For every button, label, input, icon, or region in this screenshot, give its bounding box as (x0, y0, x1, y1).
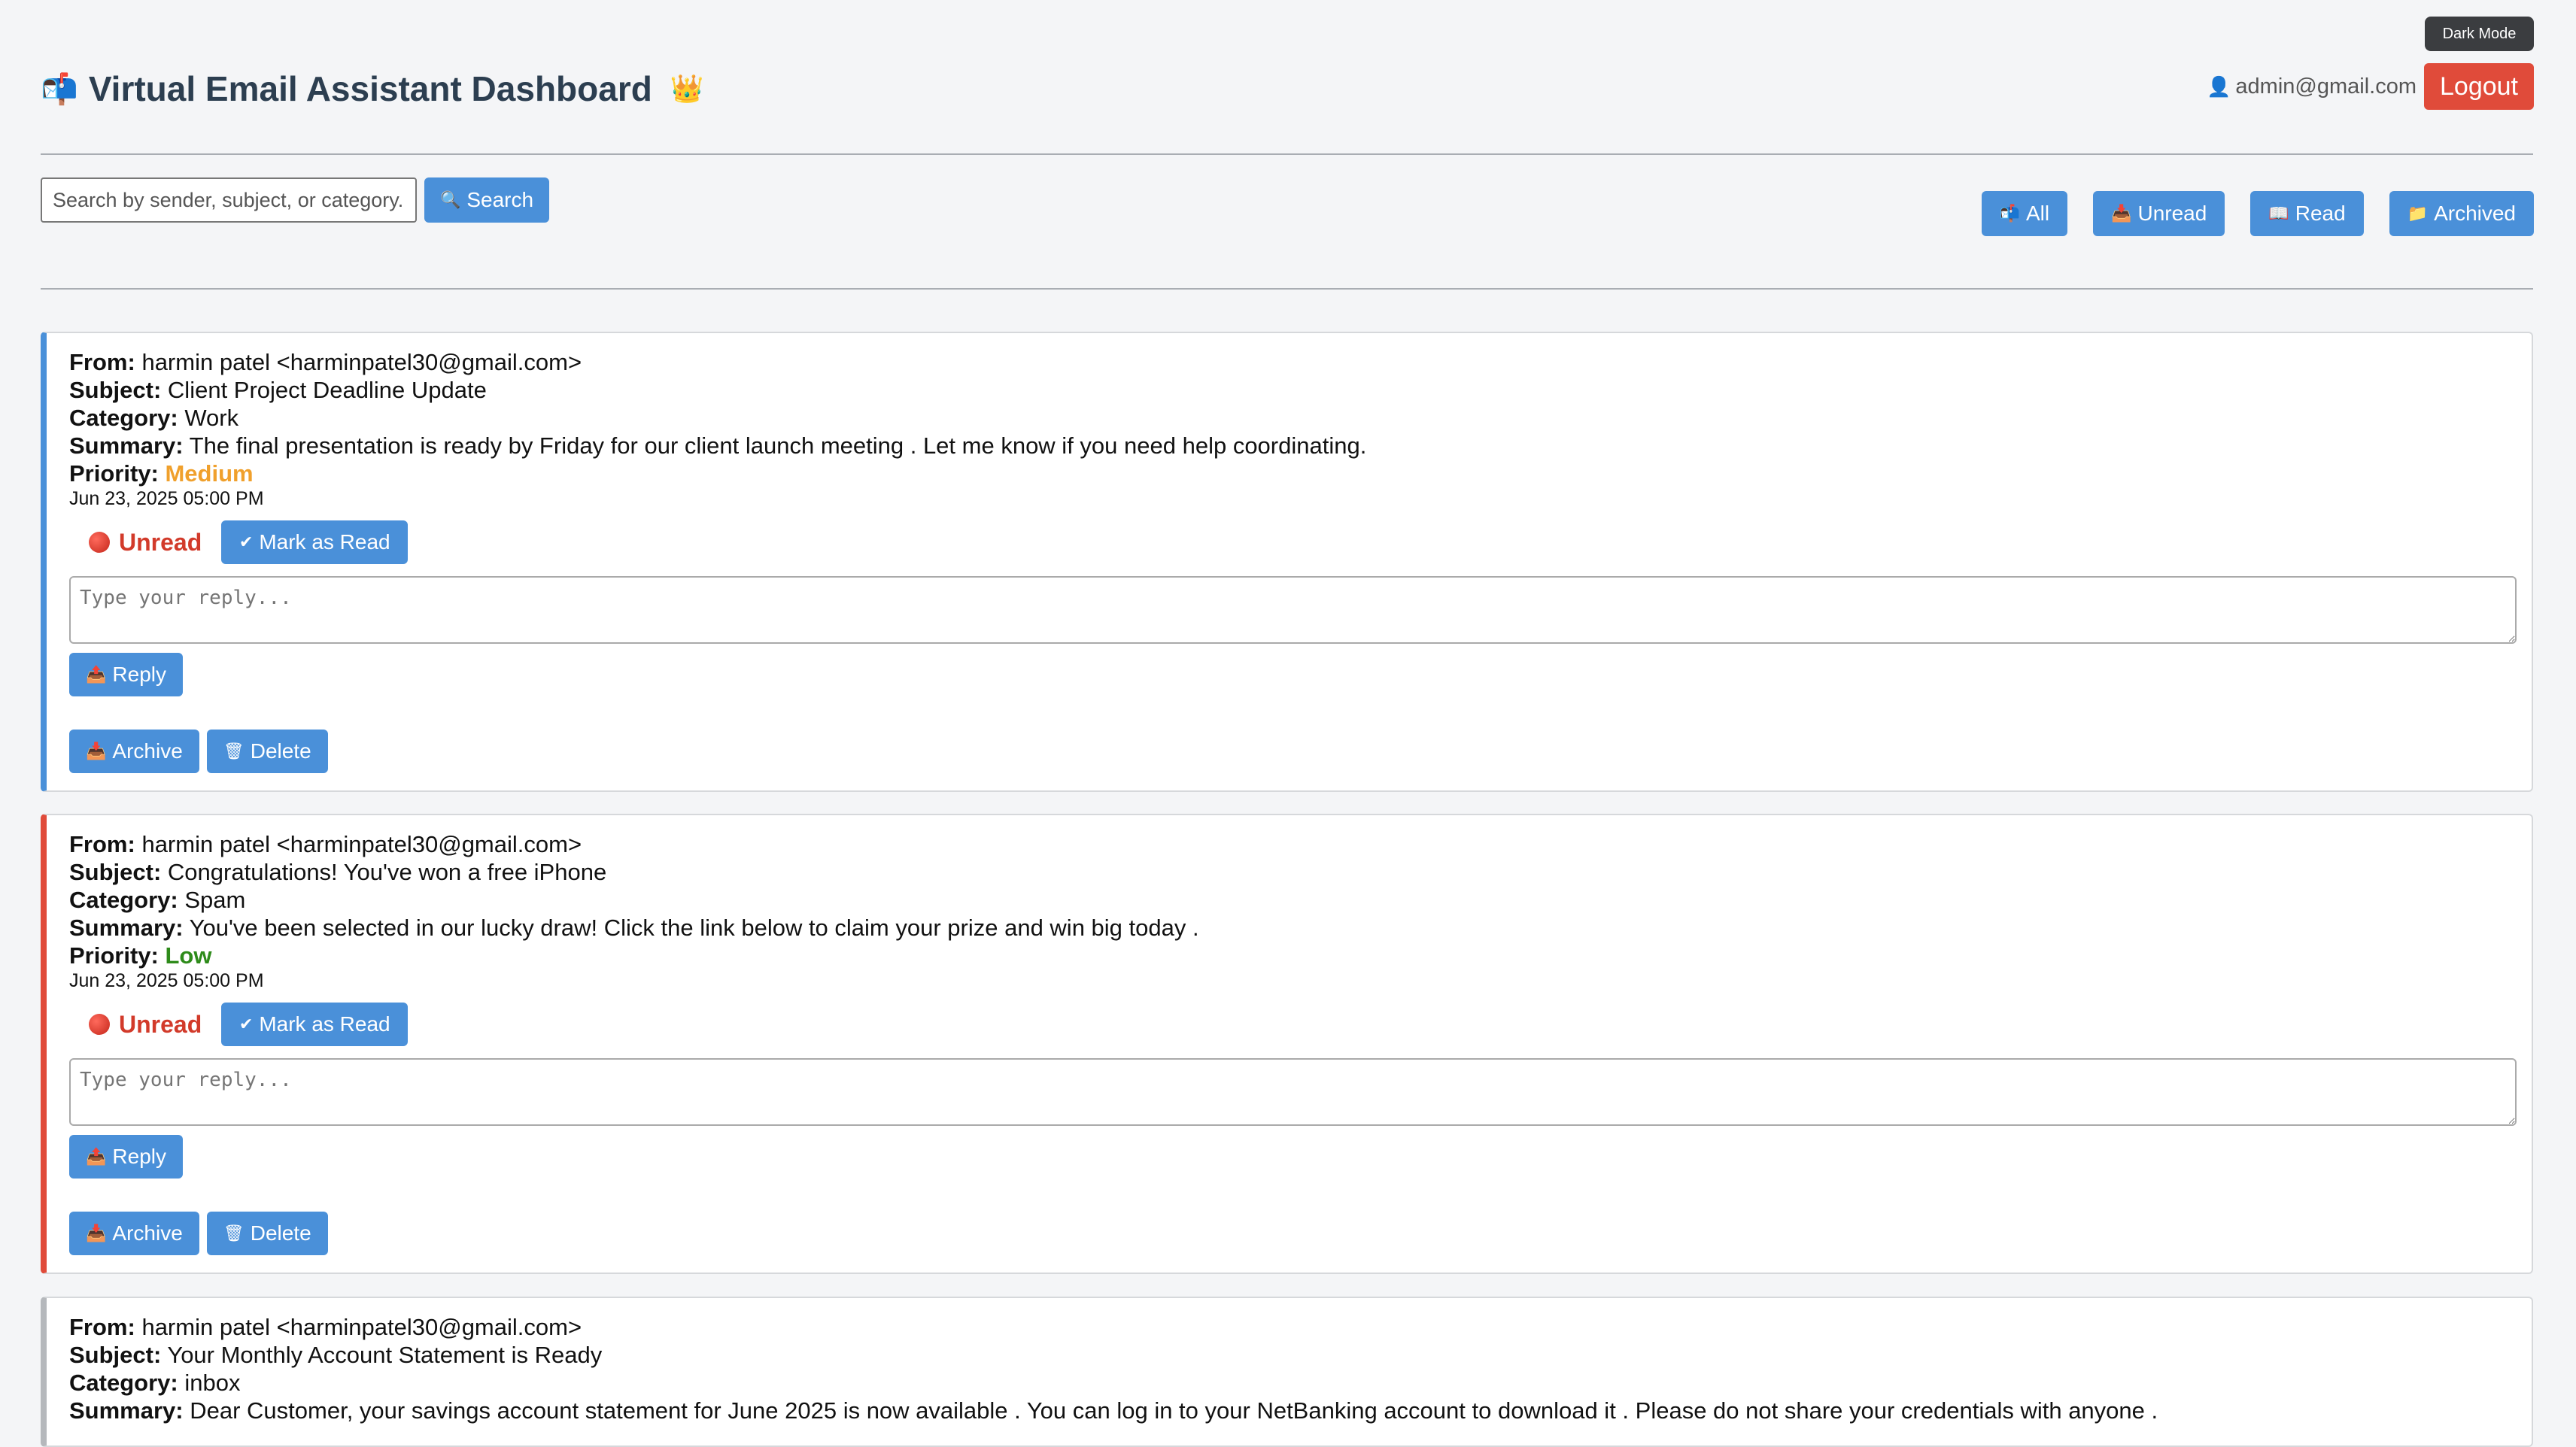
mark-as-read-button[interactable]: ✔ Mark as Read (221, 1003, 409, 1046)
inbox-tray-icon: 📥 (86, 1224, 107, 1242)
checkmark-icon: ✔ (238, 1015, 254, 1033)
filter-read-button[interactable]: 📖 Read (2250, 191, 2364, 236)
archive-button[interactable]: 📥 Archive (69, 1212, 199, 1255)
inbox-tray-icon: 📥 (86, 742, 107, 760)
logout-button[interactable]: Logout (2424, 63, 2534, 110)
email-card: From: harmin patel <harminpatel30@gmail.… (41, 814, 2533, 1274)
email-priority: Priority: Medium (69, 460, 254, 487)
page-title: 📬 Virtual Email Assistant Dashboard 👑 (41, 68, 704, 109)
email-category: Category: Spam (69, 887, 246, 913)
user-email: 👤 admin@gmail.com (2207, 74, 2417, 99)
user-icon: 👤 (2207, 74, 2231, 98)
reply-button[interactable]: 📤 Reply (69, 653, 183, 696)
unread-status-badge: Unread (89, 529, 202, 557)
folder-icon: 📁 (2407, 204, 2429, 223)
email-from: From: harmin patel <harminpatel30@gmail.… (69, 831, 582, 857)
filter-label: Unread (2137, 202, 2207, 225)
outbox-tray-icon: 📤 (86, 665, 107, 684)
filter-label: Read (2295, 202, 2346, 225)
search-icon: 🔍 (439, 190, 461, 209)
trash-icon: 🗑 (223, 742, 245, 760)
mailbox-icon: 📬 (1999, 204, 2020, 223)
delete-button[interactable]: 🗑 Delete (206, 730, 328, 773)
outbox-tray-icon: 📤 (86, 1147, 107, 1166)
page-title-text: Virtual Email Assistant Dashboard (88, 69, 652, 108)
email-card: From: harmin patel <harminpatel30@gmail.… (41, 332, 2533, 792)
email-from: From: harmin patel <harminpatel30@gmail.… (69, 1314, 582, 1340)
email-summary: Summary: Dear Customer, your savings acc… (69, 1397, 2158, 1424)
email-date: Jun 23, 2025 05:00 PM (69, 970, 264, 991)
search-button[interactable]: 🔍 Search (424, 177, 549, 223)
priority-value: Low (165, 942, 212, 969)
red-circle-icon (89, 1014, 110, 1035)
open-book-icon: 📖 (2268, 204, 2289, 223)
user-area: 👤 admin@gmail.com Logout (2207, 63, 2534, 110)
search-input[interactable] (41, 177, 417, 223)
archive-button[interactable]: 📥 Archive (69, 730, 199, 773)
email-category: Category: Work (69, 405, 239, 431)
toolbar-divider (41, 288, 2533, 290)
email-date: Jun 23, 2025 05:00 PM (69, 488, 264, 509)
trash-icon: 🗑 (223, 1224, 245, 1242)
email-category: Category: inbox (69, 1370, 241, 1396)
delete-button[interactable]: 🗑 Delete (206, 1212, 328, 1255)
mark-as-read-button[interactable]: ✔ Mark as Read (221, 520, 409, 564)
unread-status-badge: Unread (89, 1011, 202, 1039)
filter-label: Archived (2434, 202, 2516, 225)
email-card: From: harmin patel <harminpatel30@gmail.… (41, 1297, 2533, 1447)
filter-bar: 📬 All 📥 Unread 📖 Read 📁 Archived (1981, 191, 2534, 236)
crown-icon: 👑 (670, 73, 704, 104)
filter-all-button[interactable]: 📬 All (1981, 191, 2068, 236)
email-from: From: harmin patel <harminpatel30@gmail.… (69, 349, 582, 375)
email-priority: Priority: Low (69, 942, 212, 969)
dark-mode-toggle[interactable]: Dark Mode (2425, 17, 2534, 51)
priority-value: Medium (165, 460, 254, 487)
email-subject: Subject: Your Monthly Account Statement … (69, 1342, 603, 1368)
page-header: 📬 Virtual Email Assistant Dashboard 👑 (41, 62, 704, 116)
red-circle-icon (89, 532, 110, 553)
email-summary: Summary: The final presentation is ready… (69, 432, 1367, 459)
inbox-tray-icon: 📥 (2111, 204, 2132, 223)
checkmark-icon: ✔ (238, 532, 254, 551)
filter-archived-button[interactable]: 📁 Archived (2389, 191, 2534, 236)
filter-label: All (2025, 202, 2050, 225)
reply-button[interactable]: 📤 Reply (69, 1135, 183, 1179)
reply-textarea[interactable] (69, 1058, 2517, 1126)
search-button-label: Search (466, 188, 534, 211)
mailbox-icon: 📬 (41, 72, 78, 106)
user-email-text: admin@gmail.com (2235, 74, 2417, 99)
email-subject: Subject: Client Project Deadline Update (69, 377, 487, 403)
filter-unread-button[interactable]: 📥 Unread (2093, 191, 2225, 236)
reply-textarea[interactable] (69, 576, 2517, 644)
email-subject: Subject: Congratulations! You've won a f… (69, 859, 607, 885)
header-divider (41, 153, 2533, 155)
email-summary: Summary: You've been selected in our luc… (69, 915, 1199, 941)
